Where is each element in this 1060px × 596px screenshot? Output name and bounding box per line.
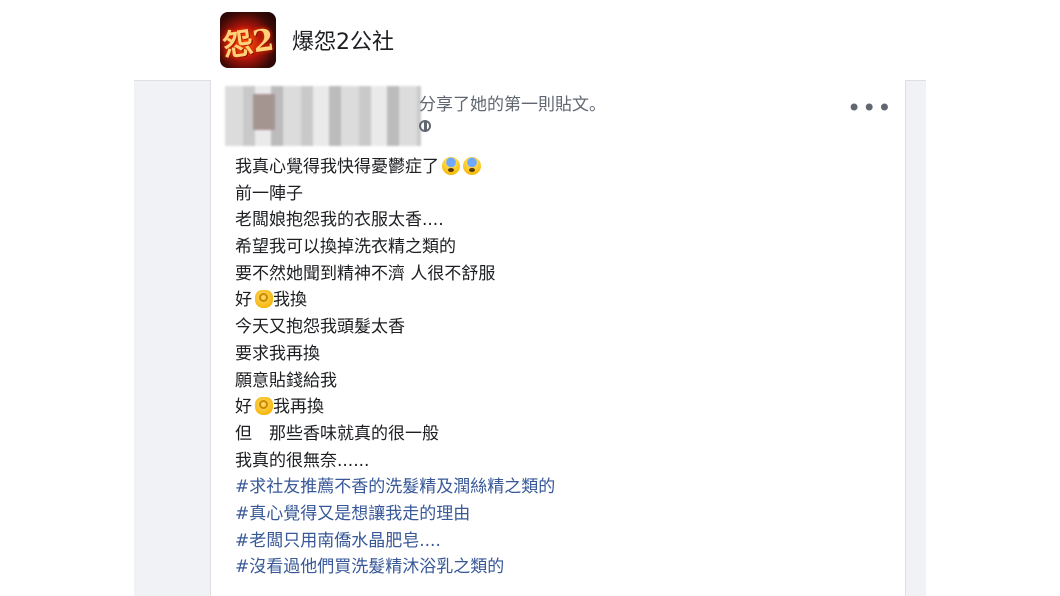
post-line: 但 那些香味就真的很一般: [235, 423, 439, 444]
post-line: 前一陣子: [235, 183, 303, 204]
hashtag-link[interactable]: #真心覺得又是想讓我走的理由: [235, 501, 875, 528]
anxious-face-icon: [442, 157, 460, 175]
post-line: 希望我可以換掉洗衣精之類的: [235, 237, 456, 258]
hashtag-link[interactable]: #求社友推薦不香的洗髮精及潤絲精之類的: [235, 474, 875, 501]
post-line: 好我再換: [235, 397, 324, 418]
author-avatar-blurred: [225, 86, 421, 146]
post-line: 我真心覺得我快得憂鬱症了: [235, 154, 875, 181]
post-line: 好我換: [235, 290, 307, 311]
feed-frame: 怨2 爆怨2公社 分享了她的第一則貼文。 ••• 我真心覺得我快得憂鬱症了 前一…: [134, 0, 926, 596]
post-line: 我真的很無奈......: [235, 450, 370, 471]
post-line: 要不然她聞到精神不濟 人很不舒服: [235, 263, 496, 284]
post-line: 願意貼錢給我: [235, 370, 337, 391]
more-options-button[interactable]: •••: [847, 96, 891, 124]
ok-hand-icon: [255, 290, 273, 309]
anxious-face-icon: [463, 157, 481, 175]
group-avatar[interactable]: 怨2: [220, 12, 276, 68]
post-card: 分享了她的第一則貼文。 ••• 我真心覺得我快得憂鬱症了 前一陣子 老闆娘抱怨我…: [210, 80, 906, 596]
post-line: 今天又抱怨我頭髮太香: [235, 317, 405, 338]
post-line: 要求我再換: [235, 343, 320, 364]
hashtag-link[interactable]: #沒看過他們買洗髮精沐浴乳之類的: [235, 554, 875, 581]
group-name[interactable]: 爆怨2公社: [292, 24, 394, 56]
privacy-globe-icon[interactable]: [419, 120, 431, 132]
post-body: 我真心覺得我快得憂鬱症了 前一陣子 老闆娘抱怨我的衣服太香.... 希望我可以換…: [235, 154, 875, 581]
group-avatar-logo: 怨2: [220, 22, 276, 65]
shared-post-text: 分享了她的第一則貼文。: [419, 95, 606, 115]
group-header: 怨2 爆怨2公社: [134, 0, 926, 81]
post-line: 老闆娘抱怨我的衣服太香....: [235, 210, 444, 231]
ok-hand-icon: [255, 397, 273, 416]
hashtag-link[interactable]: #老闆只用南僑水晶肥皂....: [235, 528, 875, 555]
